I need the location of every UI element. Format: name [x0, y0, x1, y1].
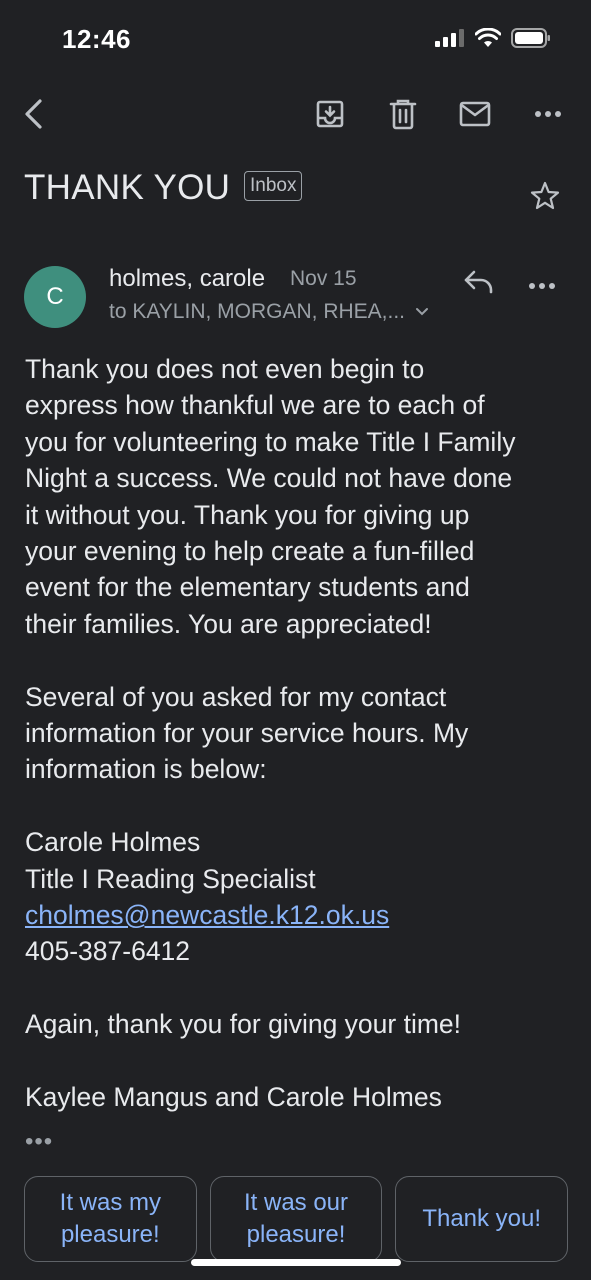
body-line: your evening to help create a fun-filled: [25, 536, 475, 567]
closing-line: Kaylee Mangus and Carole Holmes: [25, 1082, 442, 1113]
battery-icon: [511, 28, 550, 48]
body-line: you for volunteering to make Title I Fam…: [25, 426, 516, 457]
email-subject: THANK YOU: [24, 168, 231, 207]
star-icon: [530, 181, 560, 210]
signature-block: Carole Holmes Title I Reading Specialist…: [25, 824, 570, 970]
email-body: Thank you does not even begin to express…: [25, 351, 570, 1152]
body-paragraph: Thank you does not even begin to express…: [25, 351, 570, 642]
body-line: Night a success. We could not have done: [25, 463, 513, 494]
status-icons: [435, 28, 551, 48]
more-icon: [529, 283, 555, 289]
chip-line: pleasure!: [246, 1221, 346, 1248]
delete-button[interactable]: [383, 94, 423, 134]
back-arrow-icon: [25, 99, 42, 129]
wifi-icon: [475, 28, 501, 47]
body-paragraph: Several of you asked for my contact info…: [25, 679, 570, 788]
status-bar: 12:46: [0, 0, 591, 80]
back-button[interactable]: [14, 94, 54, 134]
archive-icon: [316, 100, 344, 128]
chip-line: Thank you!: [422, 1205, 542, 1232]
chip-line: It was our: [243, 1189, 349, 1216]
chevron-down-icon: [416, 308, 429, 316]
body-line: it without you. Thank you for giving up: [25, 499, 470, 530]
message-more-button[interactable]: [528, 268, 568, 304]
signature-email-link[interactable]: cholmes@newcastle.k12.ok.us: [25, 897, 570, 933]
smart-reply-chip[interactable]: It was our pleasure!: [209, 1176, 383, 1262]
recipients-toggle[interactable]: to KAYLIN, MORGAN, RHEA,...: [109, 300, 429, 324]
home-indicator: [191, 1259, 401, 1266]
recipients-text: to KAYLIN, MORGAN, RHEA,...: [109, 300, 406, 323]
smart-reply-chip[interactable]: It was my pleasure!: [24, 1176, 197, 1262]
show-trimmed-content-button[interactable]: •••: [25, 1128, 53, 1156]
chip-line: It was my: [59, 1189, 161, 1216]
body-line: information for your service hours. My: [25, 718, 469, 749]
toolbar: [0, 84, 591, 144]
sent-date: Nov 15: [290, 267, 357, 290]
mark-unread-button[interactable]: [455, 94, 495, 134]
body-line: information is below:: [25, 754, 267, 785]
body-line: express how thankful we are to each of: [25, 390, 485, 421]
signal-icon: [435, 29, 464, 47]
body-line: event for the elementary students and: [25, 572, 470, 603]
more-options-button[interactable]: [528, 94, 568, 134]
signature-title: Title I Reading Specialist: [25, 863, 316, 894]
trash-icon: [389, 99, 417, 130]
reply-icon: [464, 270, 493, 294]
body-paragraph: Again, thank you for giving your time!: [25, 1006, 570, 1042]
star-button[interactable]: [529, 180, 565, 216]
email-screen: 12:46 THANK YOU Inbox C holmes, carole N…: [0, 0, 591, 1280]
body-line: Several of you asked for my contact: [25, 681, 447, 712]
body-closing: Kaylee Mangus and Carole Holmes: [25, 1079, 570, 1115]
mail-icon: [459, 101, 491, 127]
sender-avatar[interactable]: C: [24, 266, 86, 328]
inbox-label-chip[interactable]: Inbox: [244, 171, 303, 201]
sender-name: holmes, carole: [109, 265, 266, 292]
signature-name: Carole Holmes: [25, 827, 201, 858]
body-line: their families. You are appreciated!: [25, 608, 432, 639]
sender-row: C holmes, carole Nov 15 to KAYLIN, MORGA…: [0, 262, 591, 332]
reply-button[interactable]: [463, 268, 503, 304]
subject-row: THANK YOU Inbox: [24, 168, 569, 218]
more-icon: [535, 111, 561, 117]
signature-phone[interactable]: 405-387-6412: [25, 933, 570, 969]
body-line: Thank you does not even begin to: [25, 354, 425, 384]
chip-line: pleasure!: [60, 1221, 160, 1248]
archive-button[interactable]: [310, 94, 350, 134]
status-time: 12:46: [62, 24, 131, 54]
body-line: Again, thank you for giving your time!: [25, 1009, 462, 1040]
smart-replies: It was my pleasure! It was our pleasure! T…: [24, 1176, 569, 1262]
smart-reply-chip[interactable]: Thank you!: [395, 1176, 569, 1262]
